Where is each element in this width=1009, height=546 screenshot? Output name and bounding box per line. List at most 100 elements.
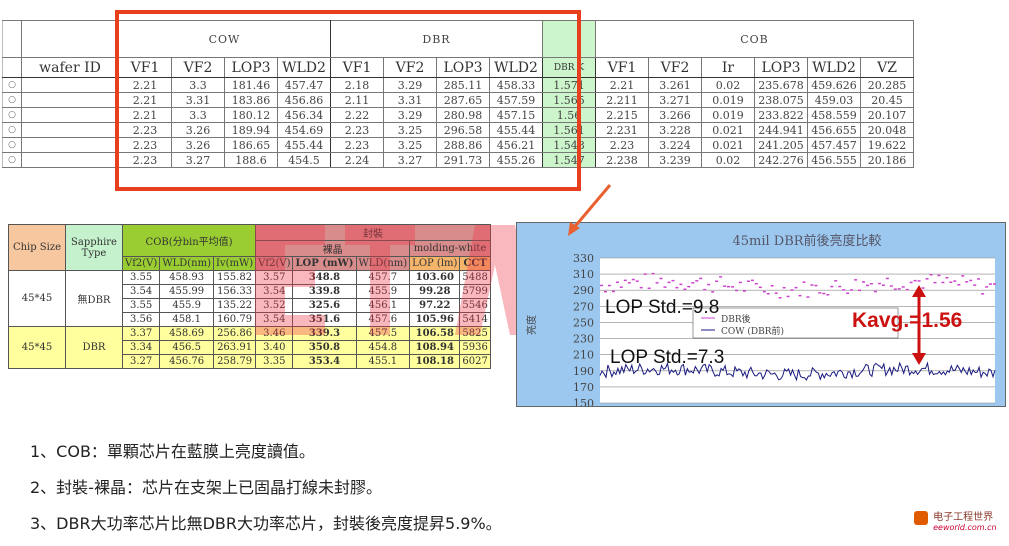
data-cell: 5546 xyxy=(459,298,491,313)
data-cell: 2.23 xyxy=(595,137,649,153)
legend-label: DBR後 xyxy=(721,313,751,325)
dbr-after-point xyxy=(977,278,981,280)
data-cell: 105.96 xyxy=(409,312,461,327)
chart-title: 45mil DBR前後亮度比較 xyxy=(732,233,881,249)
dbr-after-point xyxy=(889,285,893,287)
dbr-after-point xyxy=(873,290,877,293)
annotation-std-cow: LOP Std.=7.3 xyxy=(610,347,724,368)
data-cell: 3.52 xyxy=(255,298,294,313)
data-cell: 0.019 xyxy=(701,92,755,108)
dbr-after-point xyxy=(659,277,663,280)
data-cell: 99.28 xyxy=(409,284,461,299)
data-cell: 0.019 xyxy=(701,107,755,123)
corner-cell xyxy=(2,20,22,58)
dbr-after-point xyxy=(893,288,897,290)
y-tick-label: 190 xyxy=(573,365,594,378)
dbr-after-point xyxy=(985,286,989,288)
data-cell: 3.34 xyxy=(121,340,161,355)
package-comparison-table: Chip Size Sapphire Type COB(分bin平均值) 封裝 … xyxy=(8,224,491,369)
col-header: LOP (mW) xyxy=(292,256,357,271)
data-cell: 233.822 xyxy=(754,107,808,123)
row-marker-header xyxy=(2,57,22,78)
data-cell: 3.27 xyxy=(121,354,161,369)
col-header: Vf2(V) xyxy=(255,256,294,271)
data-cell: 156.33 xyxy=(212,284,257,299)
data-cell: 108.94 xyxy=(409,340,461,355)
data-cell: 3.239 xyxy=(648,152,702,168)
dbr-after-point xyxy=(778,297,782,299)
data-cell: 3.224 xyxy=(648,137,702,153)
dbr-after-point xyxy=(619,286,623,288)
data-cell: 456.655 xyxy=(807,122,861,138)
table-row: 45*45 無DBR 3.55 458.93 155.82 3.57 348.8 457.7 1… xyxy=(8,270,491,327)
col-header: WLD(nm) xyxy=(159,256,214,271)
dbr-after-point xyxy=(949,281,953,283)
dbr-after-point xyxy=(806,296,810,298)
data-cell: 457.457 xyxy=(807,137,861,153)
dbr-after-point xyxy=(790,289,794,291)
group-cob: COB xyxy=(595,20,914,58)
data-cell: 3.37 xyxy=(121,326,161,341)
data-cell: 19.622 xyxy=(860,137,914,153)
dbr-after-point xyxy=(774,292,778,294)
dbr-after-point xyxy=(679,283,683,286)
dbr-after-point xyxy=(842,289,846,291)
dbr-after-point xyxy=(687,285,691,288)
note-2: 2、封裝-裸晶：芯片在支架上已固晶打線未封膠。 xyxy=(30,478,382,497)
dbr-after-point xyxy=(953,280,957,282)
y-tick-label: 230 xyxy=(573,333,594,346)
dbr-after-point xyxy=(798,294,802,297)
dbr-after-point xyxy=(917,280,921,282)
arrow-shaft xyxy=(570,184,612,231)
data-cell: 339.3 xyxy=(292,326,357,341)
dbr-after-point xyxy=(981,293,985,295)
dbr-after-point xyxy=(989,283,992,285)
data-cell: 256.86 xyxy=(212,326,257,341)
dbr-after-point xyxy=(830,285,834,288)
dbr-after-point xyxy=(742,290,746,292)
col-header: WLD(nm) xyxy=(355,256,411,271)
data-cell: 455.1 xyxy=(355,354,411,369)
data-cell: 103.60 xyxy=(409,270,461,285)
data-cell: 457.7 xyxy=(355,270,411,285)
dbr-after-point xyxy=(885,277,889,280)
y-tick-label: 310 xyxy=(573,268,594,281)
data-cell: 20.186 xyxy=(860,152,914,168)
dbr-after-point xyxy=(663,286,667,288)
data-cell: 455.9 xyxy=(355,284,411,299)
data-cell: 3.54 xyxy=(255,312,294,327)
wafer-id-cell xyxy=(21,137,119,153)
data-cell: 459.03 xyxy=(807,92,861,108)
y-tick-label: 170 xyxy=(573,381,594,394)
data-cell: 456.5 xyxy=(159,340,214,355)
chip-size-cell: 45*45 xyxy=(8,270,66,327)
data-cell: 0.021 xyxy=(701,122,755,138)
dbr-after-point xyxy=(746,280,750,282)
data-cell: 20.048 xyxy=(860,122,914,138)
dbr-after-point xyxy=(750,279,754,282)
dbr-after-point xyxy=(929,274,933,276)
dbr-after-point xyxy=(627,282,631,284)
data-cell: 348.8 xyxy=(292,270,357,285)
data-cell: 459.626 xyxy=(807,77,861,93)
pointer-arrow xyxy=(568,184,612,236)
col-header: wafer ID xyxy=(21,57,119,78)
y-tick-label: 150 xyxy=(573,397,594,406)
data-cell: 2.21 xyxy=(595,77,649,93)
dbr-after-point xyxy=(850,289,854,291)
dbr-after-point xyxy=(667,281,671,284)
dbr-after-point xyxy=(647,287,651,289)
dbr-after-point xyxy=(822,292,826,295)
dbr-after-point xyxy=(703,288,707,291)
wafer-id-cell xyxy=(21,77,119,93)
data-cell: 3.46 xyxy=(255,326,294,341)
data-cell: 3.35 xyxy=(255,354,294,369)
wafer-id-cell xyxy=(21,122,119,138)
notes-list: 1、COB：單顆芯片在藍膜上亮度讀值。 2、封裝-裸晶：芯片在支架上已固晶打線未… xyxy=(30,438,502,546)
row-marker: ○ xyxy=(2,152,22,168)
dbr-after-point xyxy=(635,280,639,282)
logo-icon xyxy=(914,511,928,525)
data-cell: 2.215 xyxy=(595,107,649,123)
data-cell: 0.021 xyxy=(701,137,755,153)
dbr-after-point xyxy=(770,285,774,287)
